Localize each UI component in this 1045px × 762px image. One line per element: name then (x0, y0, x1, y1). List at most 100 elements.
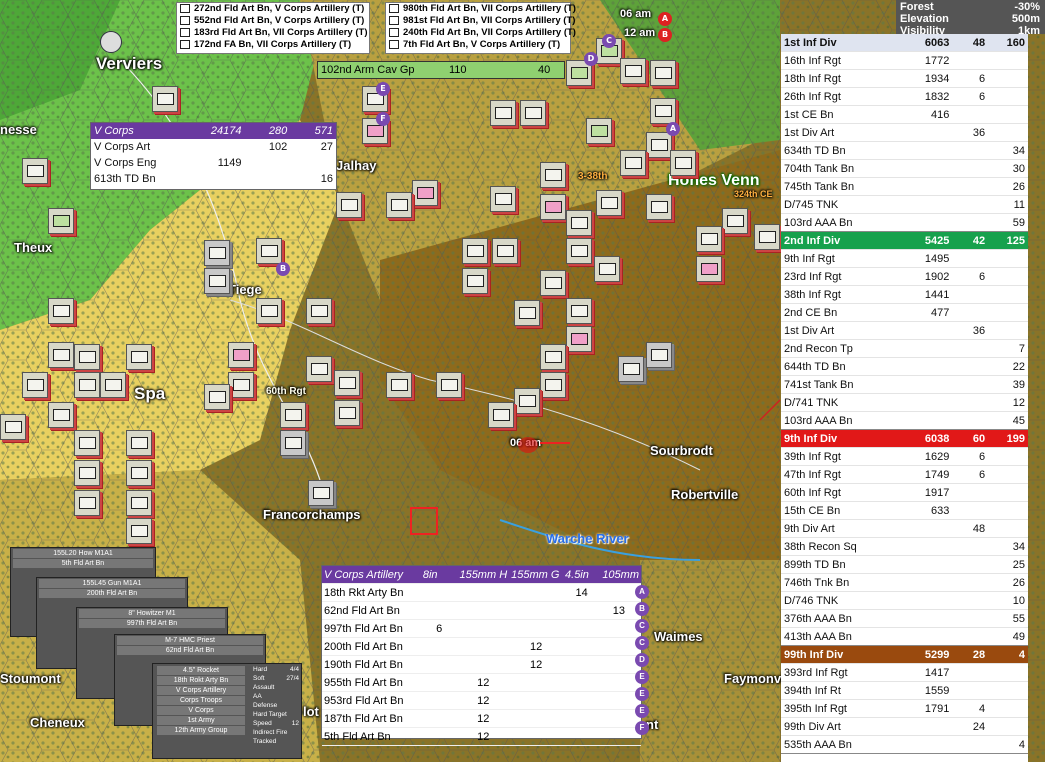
unit-row[interactable]: 1st Div Art 36 (781, 123, 1028, 142)
unit-counter[interactable] (204, 240, 230, 266)
unit-counter[interactable] (462, 268, 488, 294)
unit-counter[interactable] (490, 100, 516, 126)
unit-counter[interactable] (48, 298, 74, 324)
unit-counter[interactable] (412, 180, 438, 206)
artillery-header[interactable]: V Corps Artillery 8in 155mm H 155mm G 4.… (322, 566, 641, 584)
unit-counter[interactable] (492, 238, 518, 264)
unit-row[interactable]: 9th Inf Rgt 1495 (781, 249, 1028, 268)
unit-counter[interactable] (540, 372, 566, 398)
unit-row[interactable]: 16th Inf Rgt 1772 (781, 51, 1028, 70)
unit-counter[interactable] (540, 162, 566, 188)
unit-counter[interactable] (650, 98, 676, 124)
unit-row[interactable]: D/745 TNK 11 (781, 195, 1028, 214)
unit-counter[interactable] (462, 238, 488, 264)
unit-counter[interactable] (754, 224, 780, 250)
unit-row[interactable]: 38th Recon Sq 34 (781, 537, 1028, 556)
unit-counter[interactable] (540, 194, 566, 220)
unit-counter[interactable] (152, 86, 178, 112)
unit-counter[interactable] (540, 270, 566, 296)
division-header[interactable]: 2nd Inf Div 5425 42 125 (781, 231, 1028, 250)
unit-counter[interactable] (594, 256, 620, 282)
artillery-row[interactable]: 187th Fld Art Bn 12 (322, 709, 641, 728)
unit-counter[interactable] (306, 298, 332, 324)
unit-counter[interactable] (126, 430, 152, 456)
unit-row[interactable]: 745th Tank Bn 26 (781, 177, 1028, 196)
division-header[interactable]: 9th Inf Div 6038 60 199 (781, 429, 1028, 448)
unit-counter[interactable] (386, 192, 412, 218)
unit-row[interactable]: 644th TD Bn 22 (781, 357, 1028, 376)
unit-counter[interactable] (100, 372, 126, 398)
unit-counter[interactable] (22, 372, 48, 398)
unit-counter[interactable] (488, 402, 514, 428)
unit-counter[interactable] (228, 372, 254, 398)
unit-row[interactable]: 2nd CE Bn 477 (781, 303, 1028, 322)
unit-counter[interactable] (48, 208, 74, 234)
unit-counter[interactable] (74, 372, 100, 398)
unit-counter[interactable] (256, 298, 282, 324)
unit-counter[interactable] (334, 400, 360, 426)
unit-counter[interactable] (490, 186, 516, 212)
artillery-row[interactable]: 190th Fld Art Bn 12 (322, 655, 641, 674)
unit-row[interactable]: 394th Inf Rt 1559 (781, 681, 1028, 700)
unit-row[interactable]: D/746 TNK 10 (781, 591, 1028, 610)
unit-row[interactable]: 634th TD Bn 34 (781, 141, 1028, 160)
unit-counter[interactable] (126, 490, 152, 516)
unit-counter[interactable] (74, 460, 100, 486)
unit-row[interactable]: 413th AAA Bn 49 (781, 627, 1028, 646)
unit-row[interactable]: 393rd Inf Rgt 1417 (781, 663, 1028, 682)
unit-counter[interactable] (0, 414, 26, 440)
unit-counter[interactable] (48, 402, 74, 428)
unit-counter[interactable] (256, 238, 282, 264)
v-corps-header[interactable]: V Corps 24174 280 571 (91, 123, 336, 139)
v-corps-row[interactable]: V Corps Eng 1149 (91, 155, 336, 171)
unit-row[interactable]: 60th Inf Rgt 1917 (781, 483, 1028, 502)
unit-counter[interactable] (74, 490, 100, 516)
unit-counter[interactable] (566, 238, 592, 264)
unit-row[interactable]: 376th AAA Bn 55 (781, 609, 1028, 628)
unit-counter[interactable] (126, 518, 152, 544)
selected-hex-cursor[interactable] (410, 507, 438, 535)
cav-group-bar[interactable]: 102nd Arm Cav Gp 110 40 (317, 61, 565, 79)
unit-row[interactable]: 704th Tank Bn 30 (781, 159, 1028, 178)
unit-counter[interactable] (204, 268, 230, 294)
unit-row[interactable]: 99th Div Art 24 (781, 717, 1028, 736)
unit-counter[interactable] (696, 256, 722, 282)
unit-counter[interactable] (334, 370, 360, 396)
unit-counter[interactable] (306, 356, 332, 382)
unit-row[interactable]: 395th Inf Rgt 1791 4 (781, 699, 1028, 718)
unit-row[interactable]: 1st Div Art 36 (781, 321, 1028, 340)
unit-counter[interactable] (696, 226, 722, 252)
unit-row[interactable]: 23rd Inf Rgt 1902 6 (781, 267, 1028, 286)
unit-counter[interactable] (74, 430, 100, 456)
unit-counter[interactable] (566, 210, 592, 236)
unit-counter[interactable] (22, 158, 48, 184)
unit-row[interactable]: 103rd AAA Bn 59 (781, 213, 1028, 232)
unit-counter[interactable] (540, 344, 566, 370)
division-header[interactable]: 99th Inf Div 5299 28 4 (781, 645, 1028, 664)
unit-row[interactable]: D/741 TNK 12 (781, 393, 1028, 412)
unit-row[interactable]: 103rd AAA Bn 45 (781, 411, 1028, 430)
unit-counter[interactable] (618, 356, 644, 382)
unit-row[interactable]: 741st Tank Bn 39 (781, 375, 1028, 394)
artillery-row[interactable]: 18th Rkt Arty Bn 14 (322, 583, 641, 602)
unit-row[interactable]: 39th Inf Rgt 1629 6 (781, 447, 1028, 466)
unit-row[interactable]: 2nd Recon Tp 7 (781, 339, 1028, 358)
unit-counter[interactable] (586, 118, 612, 144)
attack-marker[interactable] (518, 437, 538, 453)
unit-counter[interactable] (514, 300, 540, 326)
unit-counter[interactable] (126, 460, 152, 486)
unit-counter[interactable] (308, 480, 334, 506)
unit-counter[interactable] (74, 344, 100, 370)
artillery-row[interactable]: 200th Fld Art Bn 12 (322, 637, 641, 656)
unit-row[interactable]: 38th Inf Rgt 1441 (781, 285, 1028, 304)
unit-counter[interactable] (620, 58, 646, 84)
unit-counter[interactable] (596, 190, 622, 216)
unit-counter[interactable] (48, 342, 74, 368)
unit-counter[interactable] (646, 132, 672, 158)
unit-counter[interactable] (670, 150, 696, 176)
unit-counter[interactable] (646, 342, 672, 368)
unit-row[interactable]: 47th Inf Rgt 1749 6 (781, 465, 1028, 484)
unit-counter[interactable] (646, 194, 672, 220)
unit-counter[interactable] (520, 100, 546, 126)
unit-row[interactable]: 9th Div Art 48 (781, 519, 1028, 538)
